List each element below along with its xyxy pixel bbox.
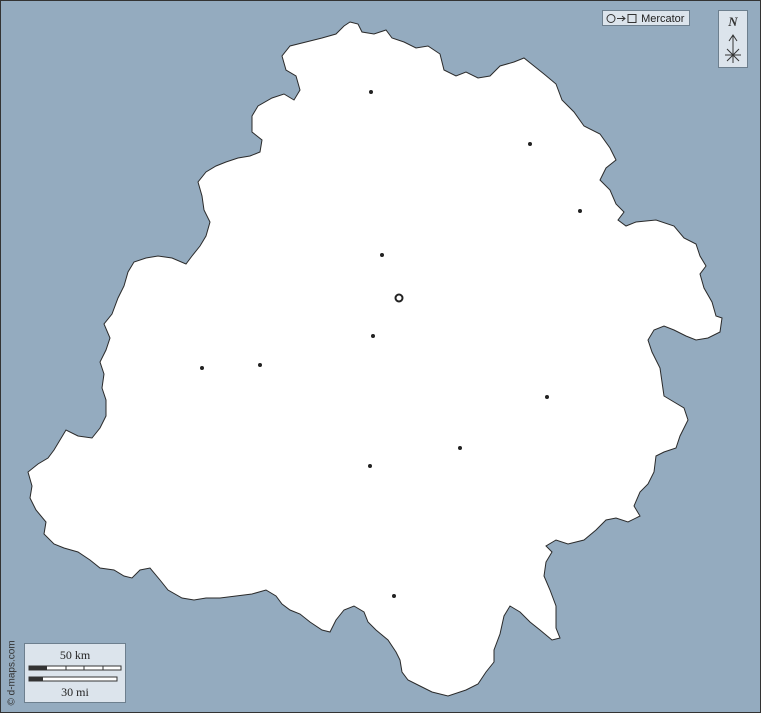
scale-bar: 50 km 30 mi [24, 643, 126, 703]
capital-marker [394, 293, 404, 303]
scale-km-label: 50 km [59, 648, 91, 662]
scale-mi-label: 30 mi [61, 685, 89, 699]
town-marker [578, 209, 582, 213]
scale-bars [28, 665, 122, 682]
town-marker [380, 253, 384, 257]
town-marker [392, 594, 396, 598]
town-marker [258, 363, 262, 367]
north-arrow: N [718, 10, 748, 68]
town-marker [371, 334, 375, 338]
town-marker [545, 395, 549, 399]
town-marker [200, 366, 204, 370]
compass-icon [725, 34, 741, 63]
map-canvas [0, 0, 761, 713]
projection-icon [606, 14, 637, 23]
town-marker [369, 90, 373, 94]
town-marker [528, 142, 532, 146]
town-marker [368, 464, 372, 468]
projection-label: Mercator [602, 10, 690, 26]
credit-text: © d-maps.com [6, 640, 18, 706]
projection-name: Mercator [641, 13, 685, 25]
town-marker [458, 446, 462, 450]
